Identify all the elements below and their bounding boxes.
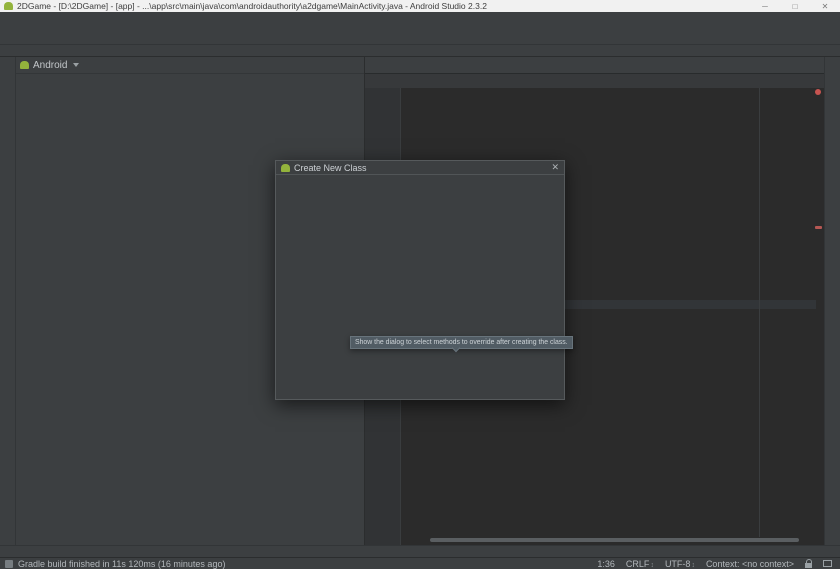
caret-position[interactable]: 1:36: [597, 559, 615, 569]
project-panel-header: Android: [16, 57, 364, 74]
right-margin-guide: [759, 88, 760, 537]
encoding-selector[interactable]: UTF-8: [665, 559, 695, 569]
override-tooltip: Show the dialog to select methods to ove…: [350, 336, 573, 349]
project-tree: [16, 74, 364, 76]
android-studio-window: 2DGame - [D:\2DGame] - [app] - ...\app\s…: [0, 0, 840, 569]
toolwindow-toggle-icon[interactable]: [5, 560, 13, 568]
error-indicator-icon[interactable]: [815, 89, 821, 95]
editor-tab-bar: [365, 57, 824, 74]
menu-bar: [0, 12, 840, 26]
error-stripe-mark[interactable]: [815, 226, 822, 229]
android-icon: [281, 164, 290, 172]
horizontal-scrollbar[interactable]: [430, 538, 799, 542]
line-ending-selector[interactable]: CRLF: [626, 559, 654, 569]
editor-top-band: [365, 74, 824, 88]
screen-icon[interactable]: [823, 560, 832, 567]
navigation-bar: [0, 45, 840, 57]
dialog-title-bar[interactable]: Create New Class ✕: [276, 161, 564, 175]
context-indicator: Context: <no context>: [706, 559, 794, 569]
project-view-selector[interactable]: Android: [33, 60, 67, 71]
title-bar: 2DGame - [D:\2DGame] - [app] - ...\app\s…: [0, 0, 840, 12]
create-new-class-dialog: Create New Class ✕ Show the dialog to se…: [275, 160, 565, 400]
maximize-icon[interactable]: □: [780, 0, 810, 12]
dialog-close-icon[interactable]: ✕: [551, 162, 559, 173]
android-view-icon: [20, 61, 29, 69]
lock-icon[interactable]: [805, 563, 812, 568]
right-tool-stripe: [824, 57, 840, 545]
status-bar: Gradle build finished in 11s 120ms (16 m…: [0, 557, 840, 569]
tool-window-bar: [0, 545, 840, 557]
status-message: Gradle build finished in 11s 120ms (16 m…: [18, 559, 225, 569]
minimize-icon[interactable]: ─: [750, 0, 780, 12]
chevron-down-icon: [73, 63, 79, 67]
main-toolbar: [0, 26, 840, 45]
dialog-title: Create New Class: [294, 163, 367, 173]
left-tool-stripe: [0, 57, 16, 545]
android-studio-logo-icon: [4, 2, 13, 10]
close-icon[interactable]: ✕: [810, 0, 840, 12]
window-title: 2DGame - [D:\2DGame] - [app] - ...\app\s…: [17, 1, 487, 11]
